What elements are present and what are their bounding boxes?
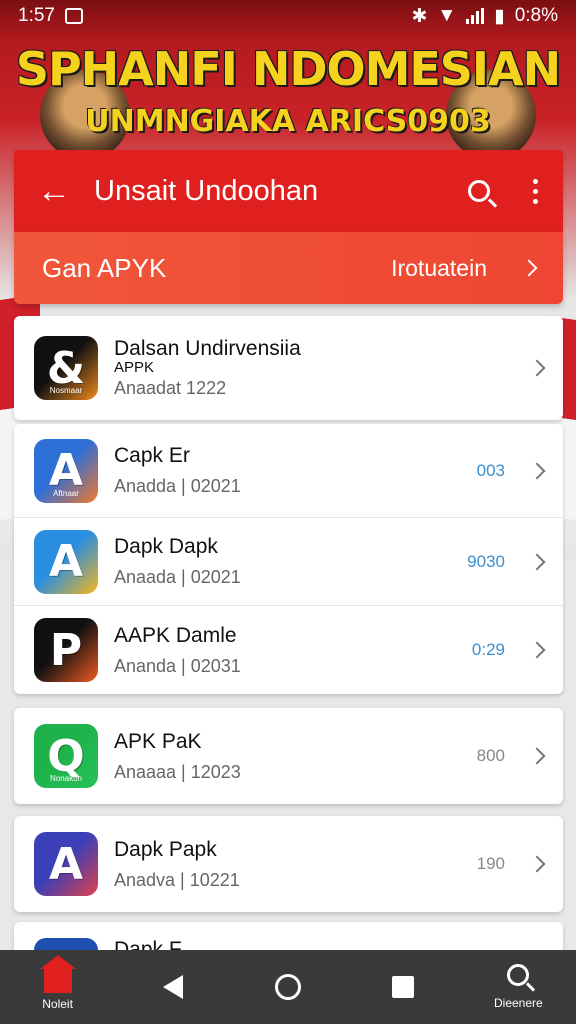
search-button[interactable] [451, 150, 507, 232]
search-icon [507, 964, 530, 986]
app-icon: A [34, 529, 98, 594]
app-meta: Anaaaa | 12023 [114, 761, 241, 782]
app-meta: Anaada | 02021 [114, 567, 241, 587]
chevron-right-icon [528, 641, 546, 659]
app-name: Dapk Dapk [114, 535, 218, 558]
banner-subline: UNMNGIAKA ARICS0903 [85, 104, 491, 139]
app-name: Dapk Papk [114, 837, 217, 861]
app-meta: Ananda | 02031 [114, 655, 241, 676]
home-button[interactable]: Noleit [8, 950, 108, 1024]
app-icon: Q Nonakon [34, 724, 98, 788]
app-meta: Anaadat 1222 [114, 378, 227, 398]
app-icon: & Nosmaar [34, 336, 98, 400]
chevron-right-icon [520, 259, 538, 277]
chevron-right-icon [528, 747, 546, 765]
back-arrow-icon[interactable]: ← [14, 150, 94, 232]
bluetooth-icon: ✱ [411, 5, 428, 27]
app-card: Q Nonakon APK PaK Anaaaa | 12023 800 [14, 708, 563, 804]
discover-label: Dieenere [493, 996, 543, 1010]
search-icon [468, 180, 490, 202]
nav-home-circle-button[interactable] [238, 950, 338, 1024]
chevron-right-icon [528, 855, 546, 873]
category-bar[interactable]: Gan APYK Irotuatein [14, 232, 563, 304]
app-value: 003 [476, 460, 505, 480]
banner-headline: SPHANFI NDOMESIAN [15, 42, 561, 96]
chevron-right-icon [528, 553, 546, 570]
list-item[interactable]: P AAPK Damle Ananda | 02031 0:29 [14, 606, 563, 694]
app-icon: A Aftnaar [34, 438, 98, 503]
app-bar-title: Unsait Undoohan [94, 174, 319, 207]
navigation-bar: Noleit Dieenere [0, 950, 576, 1024]
gallery-icon [64, 8, 83, 24]
app-name: Capk Er [114, 444, 190, 467]
app-card: & Nosmaar Dalsan Undirvensiia APPK Anaada… [14, 316, 563, 420]
list-item[interactable]: & Nosmaar Dalsan Undirvensiia APPK Anaada… [14, 316, 563, 420]
category-name: Irotuatein [391, 254, 487, 281]
list-item[interactable]: A Aftnaar Capk Er Anadda | 02021 003 [14, 424, 563, 518]
app-value: 800 [476, 746, 505, 765]
back-icon [162, 975, 183, 999]
discover-button[interactable]: Dieenere [468, 950, 568, 1024]
battery-percent: 0:8% [514, 5, 558, 26]
home-icon [39, 955, 76, 993]
status-bar: 1:57 ✱ ▼ ▮ 0:8% [0, 0, 576, 32]
circle-home-icon [274, 974, 301, 1000]
chevron-right-icon [528, 462, 546, 479]
list-item[interactable]: Q Nonakon APK PaK Anaaaa | 12023 800 [14, 708, 563, 804]
signal-icon [466, 8, 485, 24]
status-time: 1:57 [18, 5, 55, 26]
app-icon: A [34, 832, 98, 896]
app-icon: P [34, 618, 98, 682]
app-card: A Dapk Papk Anadva | 10221 190 [14, 816, 563, 912]
category-bar-label: Gan APYK [42, 252, 167, 283]
app-value: 190 [476, 854, 505, 873]
chevron-right-icon [528, 359, 546, 377]
app-value: 9030 [467, 551, 505, 571]
recents-button[interactable] [353, 950, 453, 1024]
overflow-menu-button[interactable] [507, 150, 563, 232]
list-item[interactable]: A Dapk Dapk Anaada | 02021 9030 [14, 518, 563, 606]
app-value: 0:29 [471, 640, 505, 659]
app-meta: Anadda | 02021 [114, 476, 241, 496]
more-vert-icon [532, 178, 538, 204]
app-bar: ← Unsait Undoohan [14, 150, 563, 232]
home-label: Noleit [42, 997, 73, 1011]
wifi-icon: ▼ [437, 5, 457, 26]
app-meta: Anadva | 10221 [114, 869, 240, 890]
app-subtitle: APPK [114, 359, 155, 376]
app-name: Dalsan Undirvensiia [114, 337, 301, 360]
battery-icon: ▮ [494, 5, 505, 27]
recents-icon [392, 976, 415, 998]
app-name: APK PaK [114, 729, 202, 753]
app-name: AAPK Damle [114, 623, 237, 647]
list-item[interactable]: A Dapk Papk Anadva | 10221 190 [14, 816, 563, 912]
app-card: A Aftnaar Capk Er Anadda | 02021 003 A Da… [14, 424, 563, 694]
nav-back-button[interactable] [123, 950, 223, 1024]
